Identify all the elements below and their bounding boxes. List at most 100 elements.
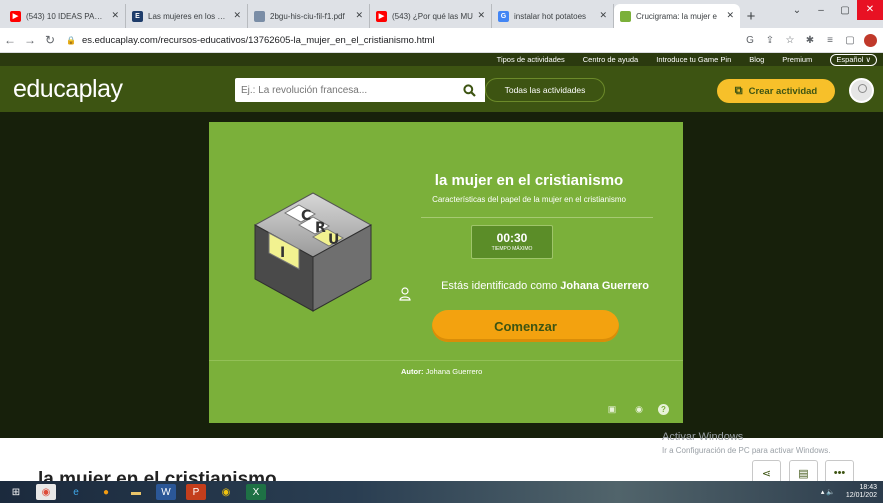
help-icon[interactable]: ?	[658, 404, 669, 415]
browser-tab-4[interactable]: ▶ (543) ¿Por qué las MU ✕	[370, 4, 492, 28]
file-explorer-icon[interactable]: ▬	[126, 484, 146, 500]
google-lens-icon[interactable]: G	[740, 35, 760, 46]
url-field[interactable]: 🔒 es.educaplay.com/recursos-educativos/1…	[66, 31, 706, 50]
pdf-icon	[254, 10, 265, 22]
firefox-icon[interactable]: ●	[96, 484, 116, 500]
close-tab-icon[interactable]: ✕	[726, 10, 734, 21]
youtube-icon: ▶	[10, 10, 21, 22]
search-icon	[462, 83, 476, 97]
share-page-icon[interactable]: ⇪	[760, 35, 780, 46]
bookmark-star-icon[interactable]: ☆	[780, 35, 800, 46]
user-icon	[399, 287, 411, 301]
windows-start-icon[interactable]: ⊞	[6, 484, 26, 500]
browser-tab-active[interactable]: Crucigrama: la mujer e ✕	[614, 4, 740, 28]
e-icon: E	[132, 10, 143, 22]
windows-taskbar: ⊞ ◉ e ● ▬ W P ◉ X ▴ 🔈 18:43 12/01/202	[0, 481, 883, 503]
clock-date: 12/01/202	[845, 492, 877, 499]
tab-title: Las mujeres en los orig	[148, 11, 229, 21]
cube-letter-r: R	[315, 220, 326, 236]
close-tab-icon[interactable]: ✕	[355, 10, 363, 21]
timer-label: TIEMPO MÁXIMO	[491, 246, 533, 252]
close-tab-icon[interactable]: ✕	[111, 10, 119, 21]
browser-tab-strip: ▶ (543) 10 IDEAS PARA E ✕ E Las mujeres …	[0, 0, 883, 28]
side-panel-icon[interactable]: ▢	[840, 35, 860, 46]
reading-list-icon[interactable]: ≡	[820, 35, 840, 46]
chrome-icon[interactable]: ◉	[36, 484, 56, 500]
timer-value: 00:30	[496, 231, 528, 245]
windows-activation-title: Activar Windows	[662, 431, 744, 443]
timer-box: 00:30 TIEMPO MÁXIMO	[471, 225, 553, 259]
link-blog[interactable]: Blog	[749, 55, 764, 64]
browser-tab-1[interactable]: ▶ (543) 10 IDEAS PARA E ✕	[4, 4, 126, 28]
author-label: Autor:	[401, 367, 424, 376]
link-game-pin[interactable]: Introduce tu Game Pin	[656, 55, 731, 64]
author-line: Autor: Johana Guerrero	[401, 367, 482, 376]
tab-title: instalar hot potatoes	[514, 11, 587, 21]
user-avatar[interactable]	[849, 78, 874, 103]
cube-letter-i: I	[280, 245, 285, 261]
forward-icon[interactable]: →	[20, 33, 40, 47]
windows-activation-sub: Ir a Configuración de PC para activar Wi…	[662, 446, 831, 455]
close-tab-icon[interactable]: ✕	[477, 10, 485, 21]
browser-toolbar: G ⇪ ☆ ✱ ≡ ▢	[740, 33, 883, 47]
cast-icon[interactable]: ◉	[631, 404, 647, 416]
educaplay-logo[interactable]: educaplay	[13, 75, 123, 104]
crossword-cube-icon: C R U I	[253, 192, 373, 312]
search-button[interactable]	[453, 78, 485, 102]
site-top-links: Tipos de actividades Centro de ayuda Int…	[0, 53, 883, 66]
close-tab-icon[interactable]: ✕	[599, 10, 607, 21]
cube-letter-c: C	[301, 208, 311, 224]
extensions-icon[interactable]: ✱	[800, 35, 820, 46]
address-bar: ← → ↻ 🔒 es.educaplay.com/recursos-educat…	[0, 28, 883, 53]
lock-icon[interactable]: 🔒	[66, 36, 76, 45]
link-help-center[interactable]: Centro de ayuda	[583, 55, 638, 64]
card-toolbar: ▣ ◉ ?	[593, 404, 669, 416]
word-icon[interactable]: W	[156, 484, 176, 500]
puzzle-icon: ⧉	[734, 84, 743, 97]
language-select[interactable]: Español ∨	[830, 53, 877, 66]
powerpoint-icon[interactable]: P	[186, 484, 206, 500]
cube-letter-u: U	[328, 232, 339, 248]
tab-search-icon[interactable]: ⌄	[785, 5, 809, 16]
close-window-icon[interactable]: ✕	[857, 0, 883, 20]
system-tray-icons[interactable]: ▴ 🔈	[821, 488, 835, 496]
browser-tab-3[interactable]: 2bgu-his-ciu-fil-f1.pdf ✕	[248, 4, 370, 28]
chrome-alt-icon[interactable]: ◉	[216, 484, 236, 500]
fullscreen-icon[interactable]: ▣	[604, 404, 620, 416]
excel-icon[interactable]: X	[246, 484, 266, 500]
maximize-icon[interactable]: ▢	[833, 5, 857, 16]
educaplay-icon	[620, 10, 631, 22]
all-activities-button[interactable]: Todas las actividades	[485, 78, 605, 102]
reload-icon[interactable]: ↻	[40, 33, 60, 47]
profile-avatar[interactable]	[864, 33, 877, 47]
close-tab-icon[interactable]: ✕	[233, 10, 241, 21]
edge-icon[interactable]: e	[66, 484, 86, 500]
create-activity-button[interactable]: ⧉ Crear actividad	[717, 79, 835, 103]
clock-time: 18:43	[859, 484, 877, 491]
browser-tab-5[interactable]: G instalar hot potatoes ✕	[492, 4, 614, 28]
activity-title: la mujer en el cristianismo	[434, 172, 624, 189]
activity-stage: C R U I la mujer en el cristianismo Cara…	[0, 112, 883, 438]
system-clock[interactable]: 18:43 12/01/202	[846, 484, 877, 500]
identified-user: Johana Guerrero	[560, 280, 649, 292]
browser-tab-2[interactable]: E Las mujeres en los orig ✕	[126, 4, 248, 28]
share-icon: ⋖	[761, 467, 772, 480]
create-activity-label: Crear actividad	[748, 85, 818, 97]
activity-card: C R U I la mujer en el cristianismo Cara…	[209, 122, 683, 423]
back-icon[interactable]: ←	[0, 33, 20, 47]
tab-title: Crucigrama: la mujer e	[636, 11, 717, 21]
activity-subtitle: Características del papel de la mujer en…	[432, 195, 626, 204]
minimize-icon[interactable]: –	[809, 5, 833, 16]
link-activity-types[interactable]: Tipos de actividades	[497, 55, 565, 64]
site-header: educaplay Ej.: La revolución francesa...…	[0, 66, 883, 112]
more-icon: •••	[833, 467, 846, 479]
google-icon: G	[498, 10, 509, 22]
search-input[interactable]: Ej.: La revolución francesa...	[235, 78, 453, 102]
link-premium[interactable]: Premium	[782, 55, 812, 64]
author-name: Johana Guerrero	[425, 367, 483, 376]
youtube-icon: ▶	[376, 10, 387, 22]
new-tab-button[interactable]: +	[740, 4, 762, 28]
start-button[interactable]: Comenzar	[432, 310, 619, 342]
window-controls: ⌄ – ▢ ✕	[785, 0, 883, 20]
tab-title: (543) ¿Por qué las MU	[392, 11, 473, 21]
